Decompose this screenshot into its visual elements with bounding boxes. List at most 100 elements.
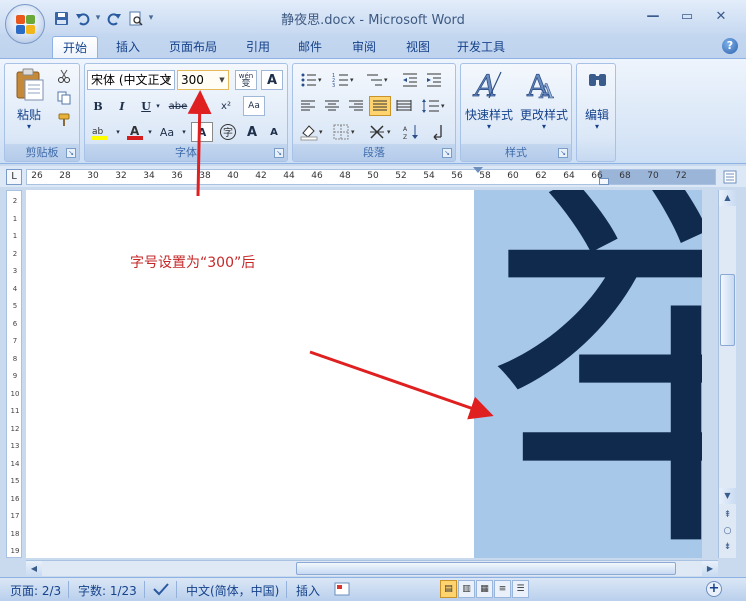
previous-page-icon[interactable]: ⇞ bbox=[719, 510, 736, 524]
right-indent-marker[interactable] bbox=[599, 178, 609, 185]
office-button[interactable] bbox=[5, 4, 45, 44]
highlight-dropdown-icon[interactable]: ▾ bbox=[113, 122, 123, 142]
web-layout-icon[interactable]: ▦ bbox=[476, 580, 493, 598]
decrease-indent-icon[interactable] bbox=[399, 70, 421, 90]
document-page[interactable] bbox=[26, 190, 474, 558]
insert-mode-indicator[interactable]: 插入 bbox=[296, 582, 320, 599]
find-binoculars-icon[interactable] bbox=[587, 70, 609, 90]
tab-page-layout[interactable]: 页面布局 bbox=[160, 36, 226, 58]
view-ruler-icon[interactable] bbox=[722, 170, 738, 185]
horizontal-scroll-thumb[interactable] bbox=[296, 562, 676, 575]
quick-styles-label[interactable]: 快速样式 bbox=[463, 106, 515, 123]
text-highlight-icon[interactable]: ab bbox=[87, 122, 113, 142]
vertical-scroll-thumb[interactable] bbox=[720, 274, 735, 346]
shrink-font-button[interactable]: A bbox=[263, 122, 285, 142]
word-count[interactable]: 字数: 1/23 bbox=[78, 582, 137, 599]
subscript-button[interactable]: x₂ bbox=[191, 96, 213, 116]
selected-text-area[interactable]: 举 bbox=[474, 190, 702, 558]
underline-dropdown-icon[interactable]: ▾ bbox=[153, 96, 163, 116]
scroll-up-icon[interactable]: ▲ bbox=[719, 190, 736, 206]
editing-label[interactable]: 编辑 bbox=[579, 106, 615, 123]
minimize-button[interactable]: — bbox=[636, 6, 670, 26]
font-name-combo[interactable]: 宋体 (中文正文 ▼ bbox=[87, 70, 175, 90]
bold-button[interactable]: B bbox=[87, 96, 109, 116]
paste-dropdown-icon[interactable]: ▾ bbox=[11, 122, 47, 131]
numbering-icon[interactable]: 1 2 3 ▾ bbox=[329, 70, 359, 90]
editing-dropdown-icon[interactable]: ▾ bbox=[579, 122, 615, 131]
page-count[interactable]: 页面: 2/3 bbox=[10, 582, 61, 599]
close-button[interactable]: ✕ bbox=[704, 6, 738, 26]
quick-styles-icon[interactable]: A bbox=[471, 66, 505, 104]
italic-button[interactable]: I bbox=[111, 96, 133, 116]
vertical-ruler[interactable]: 2 1 1 2 3 4 5 6 7 8 9 10 11 12 13 14 15 16 17 18 19 bbox=[6, 190, 22, 558]
character-shading-button[interactable]: A bbox=[191, 122, 213, 142]
sort-icon[interactable]: AZ bbox=[401, 122, 423, 142]
draft-view-icon[interactable]: ☰ bbox=[512, 580, 529, 598]
horizontal-ruler[interactable]: 26 28 30 32 34 36 38 40 42 44 46 48 50 52 54 56 58 60 62 64… bbox=[26, 167, 716, 185]
strikethrough-button[interactable]: abe bbox=[167, 96, 189, 116]
horizontal-scrollbar[interactable]: ◀ ▶ bbox=[26, 560, 718, 576]
show-hide-marks-icon[interactable] bbox=[427, 122, 449, 142]
outline-view-icon[interactable]: ≡ bbox=[494, 580, 511, 598]
align-center-icon[interactable] bbox=[321, 96, 343, 116]
copy-icon[interactable] bbox=[53, 88, 75, 108]
styles-launcher-icon[interactable]: ↘ bbox=[558, 148, 568, 158]
font-size-dropdown-icon[interactable]: ▼ bbox=[216, 71, 228, 89]
bullets-icon[interactable]: ▾ bbox=[297, 70, 327, 90]
change-styles-dropdown-icon[interactable]: ▾ bbox=[517, 122, 571, 131]
clipboard-launcher-icon[interactable]: ↘ bbox=[66, 148, 76, 158]
paste-icon[interactable] bbox=[15, 68, 45, 102]
phonetic-guide-icon[interactable]: wén 变 bbox=[235, 70, 257, 90]
paste-button-label[interactable]: 粘贴 bbox=[11, 106, 47, 123]
font-size-combo[interactable]: 300 ▼ bbox=[177, 70, 229, 90]
grow-font-button[interactable]: A bbox=[241, 122, 263, 142]
quick-styles-dropdown-icon[interactable]: ▾ bbox=[463, 122, 515, 131]
font-color-icon[interactable]: A bbox=[123, 122, 147, 142]
scroll-right-icon[interactable]: ▶ bbox=[702, 561, 718, 576]
align-left-icon[interactable] bbox=[297, 96, 319, 116]
paragraph-launcher-icon[interactable]: ↘ bbox=[442, 148, 452, 158]
font-launcher-icon[interactable]: ↘ bbox=[274, 148, 284, 158]
zoom-in-icon[interactable]: + bbox=[706, 581, 722, 597]
asian-layout-icon[interactable]: ▾ bbox=[367, 122, 397, 142]
borders-icon[interactable]: ▾ bbox=[331, 122, 361, 142]
scroll-left-icon[interactable]: ◀ bbox=[26, 561, 42, 576]
tab-selector[interactable]: L bbox=[6, 169, 22, 185]
tab-developer[interactable]: 开发工具 bbox=[448, 36, 514, 58]
change-case-dropdown-icon[interactable]: ▾ bbox=[179, 122, 189, 142]
tab-insert[interactable]: 插入 bbox=[106, 36, 150, 58]
shading-icon[interactable]: ▾ bbox=[297, 122, 327, 142]
macro-record-icon[interactable] bbox=[334, 581, 350, 600]
line-spacing-icon[interactable]: ▾ bbox=[419, 96, 449, 116]
help-icon[interactable]: ? bbox=[722, 38, 738, 54]
tab-view[interactable]: 视图 bbox=[396, 36, 440, 58]
format-painter-icon[interactable] bbox=[53, 110, 75, 130]
multilevel-list-icon[interactable]: ▾ bbox=[363, 70, 393, 90]
increase-indent-icon[interactable] bbox=[423, 70, 445, 90]
full-screen-reading-icon[interactable]: ▥ bbox=[458, 580, 475, 598]
character-border-icon[interactable]: A bbox=[261, 70, 283, 90]
enclose-character-icon[interactable]: 字 bbox=[217, 122, 239, 142]
align-right-icon[interactable] bbox=[345, 96, 367, 116]
proofing-icon[interactable] bbox=[152, 581, 170, 600]
superscript-button[interactable]: x² bbox=[215, 96, 237, 116]
change-case-button[interactable]: Aa bbox=[155, 122, 179, 142]
scroll-down-icon[interactable]: ▼ bbox=[719, 488, 736, 504]
select-browse-object-icon[interactable]: ○ bbox=[719, 526, 736, 540]
justify-icon[interactable] bbox=[369, 96, 391, 116]
language-indicator[interactable]: 中文(简体，中国) bbox=[186, 582, 279, 599]
cut-icon[interactable] bbox=[53, 66, 75, 86]
distributed-icon[interactable] bbox=[393, 96, 415, 116]
clear-formatting-button[interactable]: Aa bbox=[243, 96, 265, 116]
print-layout-view-icon[interactable]: ▤ bbox=[440, 580, 457, 598]
font-color-dropdown-icon[interactable]: ▾ bbox=[145, 122, 155, 142]
next-page-icon[interactable]: ⇟ bbox=[719, 542, 736, 556]
maximize-button[interactable]: ▭ bbox=[670, 6, 704, 26]
vertical-scrollbar[interactable]: ▲ ▼ ⇞ ○ ⇟ bbox=[718, 190, 736, 558]
font-name-dropdown-icon[interactable]: ▼ bbox=[162, 71, 174, 89]
change-styles-icon[interactable]: AA bbox=[525, 66, 559, 105]
tab-mailings[interactable]: 邮件 bbox=[288, 36, 332, 58]
tab-review[interactable]: 审阅 bbox=[342, 36, 386, 58]
tab-home[interactable]: 开始 bbox=[52, 36, 98, 58]
tab-references[interactable]: 引用 bbox=[236, 36, 280, 58]
